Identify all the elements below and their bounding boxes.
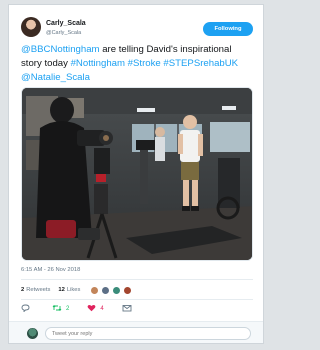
hashtag-stepsrehabuk[interactable]: #STEPSrehabUK <box>163 58 238 69</box>
retweets-label[interactable]: Retweets <box>26 287 50 293</box>
likes-count[interactable]: 12 <box>58 287 64 293</box>
avatar[interactable] <box>112 285 122 295</box>
hashtag-nottingham[interactable]: #Nottingham <box>71 58 125 69</box>
tweet-card: Carly_Scala @Carly_Scala Following @BBCN… <box>8 4 264 344</box>
divider <box>21 279 253 280</box>
author-avatar[interactable] <box>21 17 41 37</box>
heart-icon <box>87 304 96 314</box>
retweet-button[interactable]: 2 <box>52 304 69 314</box>
mention-bbcnottingham[interactable]: @BBCNottingham <box>21 44 100 55</box>
like-count: 4 <box>100 306 104 312</box>
hashtag-stroke[interactable]: #Stroke <box>128 58 161 69</box>
avatar[interactable] <box>90 285 100 295</box>
author-display-name[interactable]: Carly_Scala <box>46 20 86 27</box>
envelope-icon <box>122 304 132 314</box>
retweet-count: 2 <box>66 306 70 312</box>
tweet-actions: 2 4 <box>21 303 154 315</box>
reply-icon <box>21 304 30 314</box>
liker-avatars <box>90 285 134 295</box>
likes-label[interactable]: Likes <box>67 287 81 293</box>
tweet-text: @BBCNottingham are telling David's inspi… <box>21 43 253 85</box>
tweet-stats: 2 Retweets 12 Likes <box>21 284 134 296</box>
avatar[interactable] <box>101 285 111 295</box>
tweet-timestamp[interactable]: 6:15 AM - 26 Nov 2018 <box>21 267 80 273</box>
retweet-icon <box>52 304 62 314</box>
avatar[interactable] <box>123 285 133 295</box>
mention-natalie-scala[interactable]: @Natalie_Scala <box>21 72 90 83</box>
divider <box>21 299 253 300</box>
following-button[interactable]: Following <box>203 22 253 36</box>
like-button[interactable]: 4 <box>87 304 104 314</box>
author-handle[interactable]: @Carly_Scala <box>46 30 81 36</box>
current-user-avatar <box>27 328 38 339</box>
gym-filming-photo <box>22 88 252 260</box>
direct-message-button[interactable] <box>122 304 136 314</box>
retweets-count[interactable]: 2 <box>21 287 24 293</box>
reply-composer <box>9 321 263 343</box>
tweet-photo[interactable] <box>21 87 253 261</box>
reply-button[interactable] <box>21 304 34 314</box>
reply-input[interactable] <box>45 327 251 340</box>
